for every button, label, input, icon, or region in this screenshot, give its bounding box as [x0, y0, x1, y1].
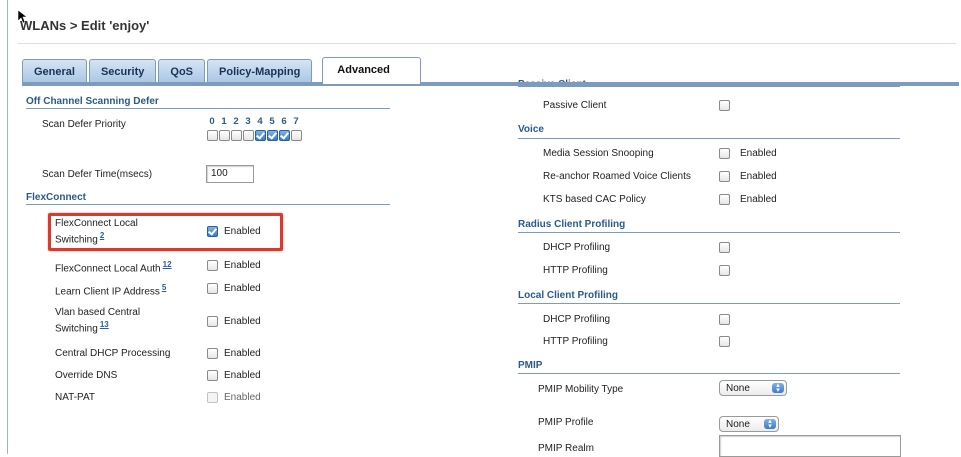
- local-dhcp-profiling-checkbox[interactable]: [719, 314, 730, 325]
- tab-divider: [22, 82, 959, 86]
- tab-qos[interactable]: QoS: [158, 59, 206, 83]
- pmip-mobility-type-select[interactable]: None ▴ ▾: [719, 380, 787, 396]
- page-title: WLANs > Edit 'enjoy': [20, 18, 150, 33]
- priority-4-checkbox[interactable]: [255, 130, 266, 141]
- enabled-label: Enabled: [224, 283, 261, 294]
- tab-advanced[interactable]: Advanced: [322, 57, 421, 84]
- enabled-label: Enabled: [224, 316, 261, 327]
- learn-client-ip-label: Learn Client IP Address 5: [55, 283, 167, 298]
- central-dhcp-checkbox[interactable]: [207, 348, 218, 359]
- enabled-label: Enabled: [224, 392, 261, 403]
- enabled-label: Enabled: [224, 348, 261, 359]
- tab-security[interactable]: Security: [88, 59, 157, 83]
- section-heading-radius-profiling: Radius Client Profiling: [518, 219, 626, 230]
- vlan-central-switching-checkbox[interactable]: [207, 316, 218, 327]
- section-heading-voice: Voice: [518, 124, 544, 135]
- enabled-label: Enabled: [740, 148, 777, 159]
- section-divider: [518, 373, 900, 374]
- pmip-mobility-type-label: PMIP Mobility Type: [538, 384, 624, 395]
- section-heading-flexconnect: FlexConnect: [26, 192, 87, 203]
- priority-0-checkbox[interactable]: [207, 130, 218, 141]
- highlight-box: [48, 213, 283, 251]
- override-dns-checkbox[interactable]: [207, 370, 218, 381]
- priority-7-checkbox[interactable]: [291, 130, 302, 141]
- flexconnect-local-auth-label: FlexConnect Local Auth 12: [55, 260, 172, 275]
- select-arrows-icon: ▴ ▾: [764, 418, 776, 430]
- kts-cac-policy-checkbox[interactable]: [719, 194, 730, 205]
- flexconnect-local-auth-checkbox[interactable]: [207, 260, 218, 271]
- pmip-realm-label: PMIP Realm: [538, 443, 594, 454]
- section-divider: [518, 86, 900, 87]
- radius-dhcp-profiling-label: DHCP Profiling: [543, 242, 611, 253]
- section-divider: [518, 232, 900, 233]
- radius-http-profiling-label: HTTP Profiling: [543, 265, 608, 276]
- media-session-snooping-checkbox[interactable]: [719, 148, 730, 159]
- tab-policy-mapping[interactable]: Policy-Mapping: [207, 59, 313, 83]
- section-divider: [518, 303, 900, 304]
- title-divider: [18, 43, 956, 44]
- local-http-profiling-checkbox[interactable]: [719, 336, 730, 347]
- section-divider: [26, 204, 390, 205]
- nat-pat-checkbox[interactable]: [207, 392, 218, 403]
- enabled-label: Enabled: [224, 370, 261, 381]
- learn-client-ip-checkbox[interactable]: [207, 283, 218, 294]
- reanchor-voice-clients-label: Re-anchor Roamed Voice Clients: [543, 171, 691, 182]
- section-divider: [26, 108, 390, 109]
- priority-3-checkbox[interactable]: [243, 130, 254, 141]
- override-dns-label: Override DNS: [55, 370, 118, 381]
- vlan-central-switching-label: Vlan based Central Switching 13: [55, 307, 141, 335]
- passive-client-label: Passive Client: [543, 100, 607, 111]
- nat-pat-label: NAT-PAT: [55, 392, 95, 403]
- priority-2-checkbox[interactable]: [231, 130, 242, 141]
- scan-defer-time-label: Scan Defer Time(msecs): [42, 169, 153, 180]
- radius-dhcp-profiling-checkbox[interactable]: [719, 242, 730, 253]
- local-http-profiling-label: HTTP Profiling: [543, 336, 608, 347]
- priority-1-checkbox[interactable]: [219, 130, 230, 141]
- central-dhcp-label: Central DHCP Processing: [55, 348, 171, 359]
- tab-general[interactable]: General: [22, 59, 87, 83]
- tab-bar: General Security QoS Policy-Mapping Adva…: [22, 57, 423, 84]
- section-divider: [518, 138, 900, 139]
- section-heading-pmip: PMIP: [518, 360, 543, 371]
- local-dhcp-profiling-label: DHCP Profiling: [543, 314, 611, 325]
- wlan-edit-window: WLANs > Edit 'enjoy' General Security Qo…: [7, 0, 961, 457]
- section-heading-local-profiling: Local Client Profiling: [518, 290, 619, 301]
- footnote-link[interactable]: 12: [163, 260, 172, 269]
- section-heading-off-channel: Off Channel Scanning Defer: [26, 96, 159, 107]
- radius-http-profiling-checkbox[interactable]: [719, 265, 730, 276]
- kts-cac-policy-label: KTS based CAC Policy: [543, 194, 646, 205]
- enabled-label: Enabled: [740, 194, 777, 205]
- select-arrows-icon: ▴ ▾: [772, 382, 784, 394]
- media-session-snooping-label: Media Session Snooping: [543, 148, 654, 159]
- pmip-profile-label: PMIP Profile: [538, 417, 594, 428]
- priority-6-checkbox[interactable]: [279, 130, 290, 141]
- reanchor-voice-clients-checkbox[interactable]: [719, 171, 730, 182]
- footnote-link[interactable]: 13: [100, 320, 109, 329]
- enabled-label: Enabled: [740, 171, 777, 182]
- passive-client-checkbox[interactable]: [719, 100, 730, 111]
- footnote-link[interactable]: 5: [162, 283, 166, 292]
- scan-defer-time-input[interactable]: 100: [206, 165, 254, 183]
- scan-defer-priority-digits: 01234567: [209, 116, 299, 127]
- advanced-panel: Off Channel Scanning Defer Scan Defer Pr…: [22, 79, 959, 457]
- pmip-profile-select[interactable]: None ▴ ▾: [719, 416, 779, 432]
- scan-defer-priority-label: Scan Defer Priority: [42, 119, 126, 130]
- priority-5-checkbox[interactable]: [267, 130, 278, 141]
- enabled-label: Enabled: [224, 260, 261, 271]
